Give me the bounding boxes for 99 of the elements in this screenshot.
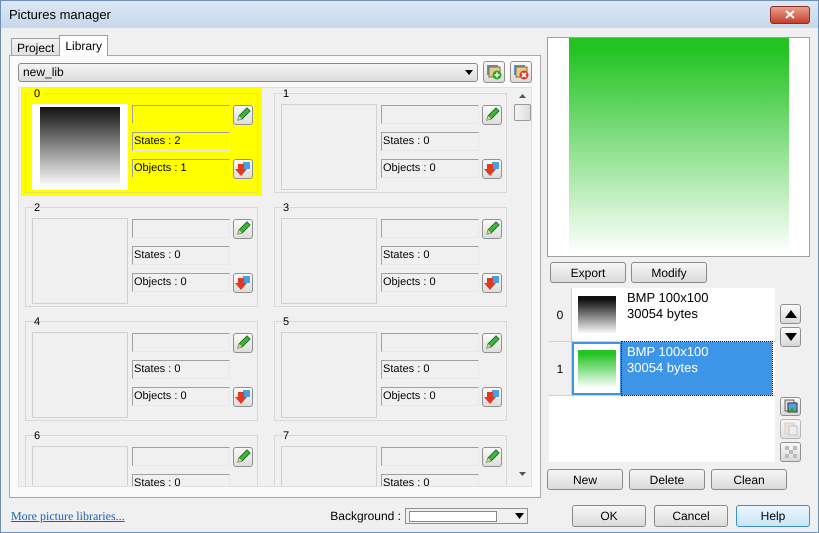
name-field[interactable]: [381, 105, 479, 124]
state-row[interactable]: 0 BMP 100x100 30054 bytes: [549, 288, 775, 342]
tab[interactable]: Project: [11, 38, 60, 56]
scroll-thumb[interactable]: [514, 104, 530, 121]
add-library-button[interactable]: [483, 61, 505, 83]
pencil-icon: [484, 334, 500, 350]
objects-button[interactable]: [482, 158, 502, 178]
name-field[interactable]: [132, 105, 230, 124]
states-field: States : 0: [132, 474, 230, 486]
pencil-icon: [484, 220, 500, 236]
arrow-down-icon: [235, 388, 251, 404]
pencil-icon: [235, 220, 251, 236]
edit-button[interactable]: [233, 332, 253, 352]
checker-button[interactable]: [780, 442, 801, 462]
cell-index: 0: [31, 88, 44, 100]
library-dropdown[interactable]: new_lib: [18, 62, 478, 82]
states-field: States : 0: [381, 474, 479, 486]
state-index: 1: [549, 342, 572, 395]
state-format: BMP 100x100: [627, 344, 710, 360]
background-label: Background :: [330, 509, 401, 523]
move-down-button[interactable]: [780, 326, 801, 347]
dropdown-arrow-icon: [515, 513, 524, 519]
paste-icon: [784, 422, 798, 436]
background-color-dropdown[interactable]: [405, 508, 528, 524]
dropdown-arrow-icon: [465, 70, 473, 74]
states-field: States : 0: [381, 132, 479, 151]
cell-index: 2: [33, 202, 42, 214]
objects-button[interactable]: [233, 158, 253, 178]
edit-button[interactable]: [482, 332, 502, 352]
states-field: States : 0: [381, 360, 479, 379]
preview-action-button[interactable]: Export: [550, 262, 626, 283]
move-up-button[interactable]: [780, 304, 801, 324]
objects-field: Objects : 0: [132, 273, 230, 292]
edit-button[interactable]: [233, 218, 253, 238]
states-field: States : 2: [132, 132, 230, 151]
library-cell[interactable]: 0 States : 2 Objects : 1: [21, 88, 262, 196]
pencil-icon: [235, 106, 251, 122]
dialog-button[interactable]: Cancel: [654, 505, 728, 527]
pencil-icon: [484, 448, 500, 464]
objects-button[interactable]: [233, 272, 253, 292]
tab[interactable]: Library: [59, 35, 108, 56]
pencil-icon: [235, 448, 251, 464]
more-libraries-link[interactable]: More picture libraries...: [11, 508, 125, 524]
state-action-button[interactable]: Delete: [629, 469, 705, 490]
cell-index: 3: [282, 202, 290, 214]
states-field: States : 0: [381, 246, 479, 265]
checker-icon: [784, 445, 798, 460]
arrow-down-icon: [484, 160, 500, 176]
objects-field: Objects : 0: [381, 159, 479, 178]
objects-field: Objects : 0: [381, 273, 479, 292]
scroll-down-icon: [518, 472, 526, 476]
cell-index: 1: [282, 88, 290, 100]
objects-field: Objects : 1: [132, 159, 230, 178]
states-field: States : 0: [132, 360, 230, 379]
state-action-button[interactable]: New: [547, 469, 623, 490]
state-index: 0: [549, 288, 572, 341]
arrow-down-icon: [484, 274, 500, 290]
cell-index: 6: [33, 430, 42, 442]
edit-button[interactable]: [482, 104, 502, 124]
cell-index: 4: [33, 316, 42, 328]
cell-index: 7: [282, 430, 290, 442]
name-field[interactable]: [381, 333, 479, 352]
edit-button[interactable]: [233, 446, 253, 466]
edit-button[interactable]: [482, 446, 502, 466]
scroll-up-icon: [518, 94, 526, 98]
pencil-icon: [235, 334, 251, 350]
edit-button[interactable]: [233, 104, 253, 124]
state-size: 30054 bytes: [627, 360, 699, 376]
pencil-icon: [484, 106, 500, 122]
copy-button[interactable]: [780, 396, 801, 416]
edit-button[interactable]: [482, 218, 502, 238]
states-field: States : 0: [132, 246, 230, 265]
delete-picture-icon: [513, 64, 529, 80]
copy-icon: [784, 399, 798, 414]
arrow-down-icon: [235, 274, 251, 290]
objects-field: Objects : 0: [381, 387, 479, 406]
window-title: Pictures manager: [9, 7, 111, 22]
objects-field: Objects : 0: [132, 387, 230, 406]
name-field[interactable]: [132, 219, 230, 238]
name-field[interactable]: [381, 447, 479, 466]
add-picture-icon: [486, 64, 502, 80]
delete-library-button[interactable]: [510, 61, 532, 83]
name-field[interactable]: [132, 447, 230, 466]
arrow-down-icon: [235, 160, 251, 176]
name-field[interactable]: [381, 219, 479, 238]
preview-action-button[interactable]: Modify: [631, 262, 707, 283]
close-icon: [785, 10, 795, 19]
name-field[interactable]: [132, 333, 230, 352]
state-action-button[interactable]: Clean: [711, 469, 787, 490]
cell-index: 5: [282, 316, 290, 328]
dialog-button[interactable]: OK: [572, 505, 646, 527]
dialog-button[interactable]: Help: [736, 505, 810, 527]
objects-button[interactable]: [233, 386, 253, 406]
objects-button[interactable]: [482, 386, 502, 406]
state-format: BMP 100x100: [627, 290, 710, 306]
objects-button[interactable]: [482, 272, 502, 292]
arrow-down-icon: [484, 388, 500, 404]
state-size: 30054 bytes: [627, 306, 699, 322]
close-button[interactable]: [770, 6, 810, 24]
